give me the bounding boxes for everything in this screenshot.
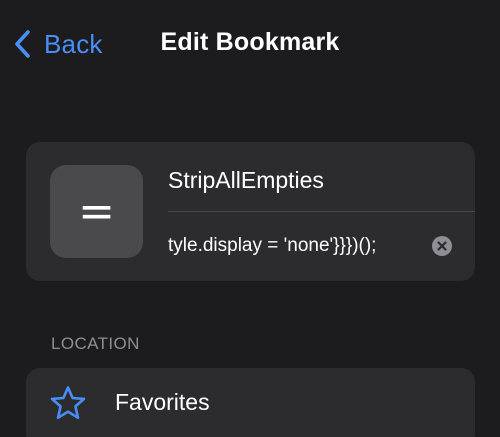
field-divider [168, 211, 475, 212]
equals-icon: = [78, 185, 115, 237]
bookmark-url-value: tyle.display = 'none'}}})(); [168, 235, 377, 256]
clear-url-button[interactable] [432, 236, 452, 256]
bookmark-name-value: StripAllEmpties [168, 166, 324, 193]
location-row-favorites[interactable]: Favorites [26, 368, 475, 437]
edit-bookmark-screen: Back Edit Bookmark = StripAllEmpties tyl… [0, 0, 500, 437]
bookmark-url-field[interactable]: tyle.display = 'none'}}})(); [168, 226, 458, 266]
bookmark-thumbnail: = [50, 165, 143, 258]
navigation-bar: Back Edit Bookmark [0, 0, 500, 88]
clear-x-icon [432, 236, 452, 256]
star-icon [49, 385, 87, 421]
location-value: Favorites [115, 389, 210, 415]
location-section-header: LOCATION [51, 334, 140, 353]
bookmark-card: = StripAllEmpties tyle.display = 'none'}… [26, 142, 475, 281]
bookmark-name-field[interactable]: StripAllEmpties [168, 152, 468, 208]
page-title: Edit Bookmark [160, 28, 340, 56]
